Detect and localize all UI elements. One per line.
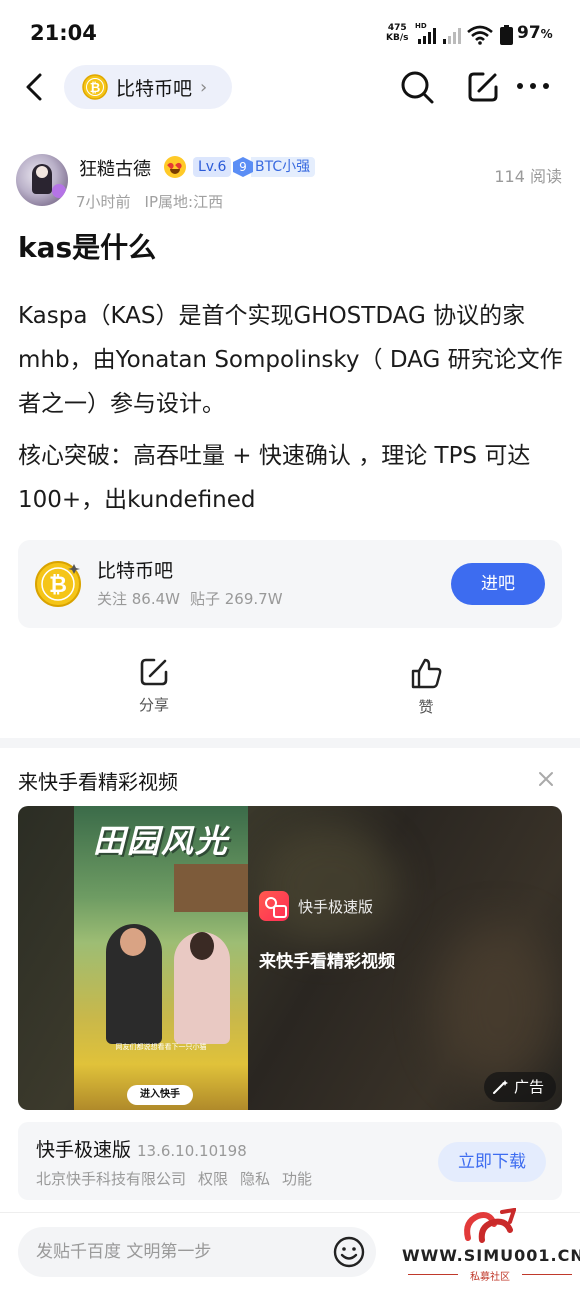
- svg-text:₿: ₿: [90, 81, 101, 96]
- avatar[interactable]: [16, 154, 68, 206]
- app-name: 快手极速版 13.6.10.10198: [36, 1135, 247, 1162]
- network-speed-unit: KB/s: [386, 33, 409, 43]
- svg-text:₿: ₿: [49, 573, 67, 598]
- like-label: 赞: [418, 698, 434, 716]
- battery-value: 97: [517, 23, 541, 43]
- ad-brand: 快手极速版: [298, 898, 374, 916]
- watermark-sub: 私募社区: [470, 1272, 510, 1283]
- fan-title: BTC小强: [251, 157, 316, 177]
- kuaishou-logo-icon: [259, 891, 289, 921]
- search-icon[interactable]: [398, 68, 436, 106]
- download-button[interactable]: 立即下载: [438, 1142, 546, 1182]
- poster-enter-button[interactable]: 进入快手: [127, 1085, 193, 1105]
- post-title: kas是什么: [18, 231, 157, 264]
- more-icon[interactable]: [515, 74, 551, 98]
- battery-icon: [500, 25, 513, 45]
- bitcoin-coin-icon: ₿: [82, 74, 108, 100]
- status-bar: 21:04 475 KB/s HD 97%: [0, 0, 580, 62]
- ad-poster-image: 田园风光 网友们都说想看看下一只小猫 进入快手: [74, 806, 248, 1110]
- watermark: WWW.SIMU001.CN 私募社区: [402, 1208, 580, 1286]
- features-link[interactable]: 功能: [282, 1170, 312, 1188]
- ad-heading: 来快手看精彩视频: [18, 770, 178, 794]
- like-button[interactable]: 赞: [386, 656, 466, 717]
- heart-eyes-emoji-icon: [164, 156, 186, 178]
- back-arrow-icon[interactable]: [20, 70, 50, 104]
- forum-card-stats: 关注 86.4W 贴子 269.7W: [97, 588, 283, 609]
- ad-tag[interactable]: 广告: [484, 1072, 556, 1102]
- post-meta: 7小时前 IP属地:江西: [76, 191, 223, 212]
- post-paragraph: 核心突破：高吞吐量 + 快速确认 ，理论 TPS 可达 100+，出kundef…: [18, 443, 531, 513]
- signal-icon: [418, 28, 436, 44]
- app-links: 北京快手科技有限公司 权限 隐私 功能: [36, 1168, 312, 1189]
- fan-level: 9: [233, 157, 253, 177]
- author-name[interactable]: 狂糙古德: [79, 155, 151, 181]
- app-download-card[interactable]: 快手极速版 13.6.10.10198 北京快手科技有限公司 权限 隐私 功能 立即下载: [18, 1122, 562, 1200]
- ad-slogan: 来快手看精彩视频: [259, 952, 395, 972]
- ad-tag-label: 广告: [514, 1078, 545, 1096]
- battery-level: 97%: [517, 23, 553, 43]
- ad-video[interactable]: 田园风光 网友们都说想看看下一只小猫 进入快手 快手极速版 来快手看精彩视频 广…: [18, 806, 562, 1110]
- post-body: Kaspa（KAS）是首个实现GHOSTDAG 协议的家mhb，由Yonatan…: [18, 294, 566, 522]
- fan-badge: 9 BTC小强: [233, 156, 316, 178]
- emoji-icon[interactable]: [332, 1235, 366, 1269]
- top-nav: ₿ 比特币吧 ›: [0, 62, 580, 112]
- reply-input[interactable]: [18, 1227, 376, 1277]
- post-actions: 分享 赞: [0, 648, 580, 724]
- level-badge: Lv.6: [193, 157, 232, 177]
- share-label: 分享: [138, 696, 169, 714]
- share-icon: [140, 658, 168, 686]
- privacy-link[interactable]: 隐私: [240, 1170, 270, 1188]
- followers-count: 关注 86.4W: [97, 590, 180, 608]
- ad-sparkle-icon: [493, 1080, 508, 1094]
- signal-weak-icon: [443, 28, 461, 44]
- network-speed: 475 KB/s: [386, 23, 408, 43]
- section-divider: [0, 738, 580, 748]
- battery-unit: %: [540, 27, 553, 41]
- join-forum-button[interactable]: 进吧: [451, 563, 545, 605]
- app-name-text: 快手极速版: [36, 1139, 132, 1161]
- view-count: 114 阅读: [494, 167, 562, 186]
- posts-count: 贴子 269.7W: [190, 590, 283, 608]
- forum-pill[interactable]: ₿ 比特币吧 ›: [64, 65, 232, 109]
- share-button[interactable]: 分享: [114, 656, 194, 715]
- author-row: 狂糙古德 Lv.6 9 BTC小强 114 阅读 7小时前 IP属地:江西: [0, 150, 580, 212]
- status-time: 21:04: [30, 21, 97, 45]
- forum-pill-label: 比特币吧: [116, 77, 193, 100]
- network-speed-value: 475: [387, 23, 407, 33]
- post-time: 7小时前: [76, 193, 131, 211]
- watermark-logo-icon: [464, 1208, 516, 1243]
- edit-icon[interactable]: [464, 68, 502, 106]
- close-icon[interactable]: [535, 768, 557, 790]
- developer-name: 北京快手科技有限公司: [36, 1170, 187, 1188]
- thumbs-up-icon: [411, 658, 442, 689]
- ip-location: IP属地:江西: [144, 193, 224, 211]
- app-version: 13.6.10.10198: [137, 1142, 247, 1160]
- permissions-link[interactable]: 权限: [198, 1170, 228, 1188]
- watermark-url: WWW.SIMU001.CN: [402, 1246, 580, 1265]
- forum-card[interactable]: ₿ 比特币吧 关注 86.4W 贴子 269.7W 进吧: [18, 540, 562, 628]
- poster-caption: 网友们都说想看看下一只小猫: [115, 1043, 207, 1051]
- forum-card-name: 比特币吧: [97, 560, 174, 582]
- post-paragraph: Kaspa（KAS）是首个实现GHOSTDAG 协议的家mhb，由Yonatan…: [18, 303, 563, 417]
- wifi-icon: [467, 25, 493, 45]
- chevron-right-icon: ›: [200, 76, 208, 98]
- bitcoin-coin-icon: ₿: [35, 561, 81, 607]
- poster-title: 田园风光: [92, 822, 229, 860]
